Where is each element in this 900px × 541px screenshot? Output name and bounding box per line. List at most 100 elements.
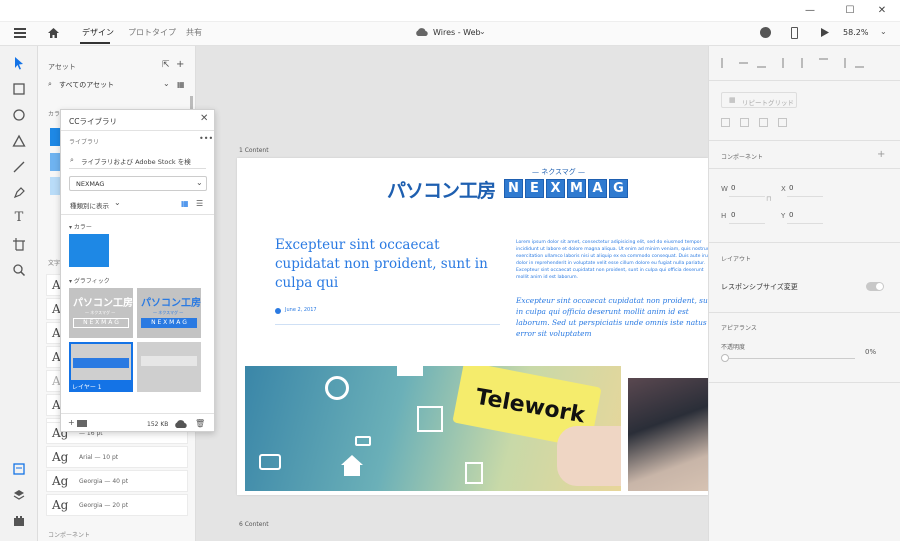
tab-design[interactable]: デザイン [82, 27, 114, 38]
assets-filter-dropdown[interactable]: すべてのアセット [59, 80, 114, 90]
responsive-resize-toggle[interactable] [866, 282, 884, 291]
chevron-down-icon[interactable]: ⌄ [479, 27, 486, 36]
view-by-dropdown[interactable]: 種類別に表示 [70, 200, 109, 210]
menu-icon[interactable] [14, 28, 26, 38]
add-icon[interactable]: + [176, 59, 184, 70]
telework-banner-image: Telework [245, 366, 621, 491]
account-icon[interactable] [760, 27, 771, 38]
graphic-thumbnail[interactable]: パソコン工房 — ネクスマグ — N E X M A G [69, 288, 133, 338]
assets-panel-icon[interactable] [12, 462, 26, 476]
tab-share[interactable]: 共有 [186, 27, 202, 38]
close-icon[interactable]: ✕ [200, 113, 208, 124]
repeat-grid-button[interactable]: ▦ リピートグリッド [721, 92, 797, 108]
graphic-preview [73, 358, 129, 368]
cloud-sync-icon[interactable] [174, 420, 188, 429]
align-middle-icon[interactable] [739, 62, 748, 72]
delete-icon[interactable]: 🗑 [195, 419, 205, 428]
library-select[interactable]: NEXMAG ⌄ [69, 176, 207, 191]
opacity-slider-handle[interactable] [721, 354, 729, 362]
graphic-thumbnail-selected[interactable]: レイヤー 1 [69, 342, 133, 392]
more-options-icon[interactable]: ••• [199, 134, 213, 143]
divider [69, 168, 206, 169]
component-label: コンポーネント [721, 154, 764, 161]
align-center-icon[interactable] [819, 58, 828, 68]
align-top-icon[interactable] [721, 58, 730, 68]
artboard-tool-icon[interactable] [12, 237, 26, 251]
tools-bar: T [0, 46, 38, 541]
play-icon[interactable] [820, 27, 830, 38]
grid-view-icon[interactable]: ▦ [181, 199, 189, 208]
rectangle-tool-icon[interactable] [12, 82, 26, 96]
home-icon [339, 452, 365, 478]
folder-icon[interactable] [77, 420, 87, 427]
search-input[interactable]: ライブラリおよび Adobe Stock を検 [81, 156, 207, 166]
opacity-slider-track[interactable] [729, 358, 855, 359]
x-field[interactable]: 0 [789, 184, 793, 192]
graphic-thumbnail[interactable] [137, 342, 201, 392]
subtract-icon[interactable] [740, 118, 749, 127]
tab-prototype[interactable]: プロトタイプ [128, 27, 176, 38]
ellipse-tool-icon[interactable] [12, 108, 26, 122]
graphic-thumbnail[interactable]: パソコン工房 — ネクスマグ — N E X M A G [137, 288, 201, 338]
layers-icon[interactable] [12, 488, 26, 502]
align-right-icon[interactable] [837, 58, 846, 68]
intersect-icon[interactable] [759, 118, 768, 127]
export-icon[interactable]: ⇱ [162, 60, 170, 70]
title-bar: — ☐ ✕ [0, 0, 900, 22]
y-field[interactable]: 0 [789, 211, 793, 219]
distribute-icon[interactable] [775, 58, 784, 68]
select-tool-icon[interactable] [12, 56, 26, 70]
close-button[interactable]: ✕ [872, 3, 892, 19]
chevron-down-icon[interactable]: ⌄ [114, 198, 121, 207]
appearance-label: アピアランス [721, 325, 757, 332]
align-left-icon[interactable] [801, 58, 810, 68]
maximize-button[interactable]: ☐ [840, 3, 860, 19]
responsive-resize-label: レスポンシブサイズ変更 [721, 283, 798, 291]
artboard-label[interactable]: 1 Content [239, 147, 269, 154]
x-label: X [781, 185, 786, 193]
width-field[interactable]: 0 [731, 184, 735, 192]
polygon-tool-icon[interactable] [12, 134, 26, 148]
divider [709, 312, 900, 313]
zoom-chevron-icon[interactable]: ⌄ [880, 27, 887, 36]
graphic-preview [141, 356, 197, 366]
colors-section-header[interactable]: ▾ カラー [69, 222, 92, 231]
divider [61, 130, 214, 131]
color-swatch[interactable] [50, 128, 60, 146]
document-title[interactable]: Wires - Web [433, 28, 481, 37]
union-icon[interactable] [721, 118, 730, 127]
color-swatch[interactable] [50, 177, 60, 195]
text-tool-icon[interactable]: T [12, 211, 26, 225]
add-component-icon[interactable]: + [877, 149, 885, 160]
align-bottom-icon[interactable] [757, 58, 766, 68]
opacity-value[interactable]: 0% [865, 348, 876, 356]
home-icon[interactable] [47, 27, 60, 39]
character-style-row[interactable]: Ag Georgia — 40 pt [46, 470, 188, 492]
grid-view-icon[interactable]: ▦ [177, 80, 185, 89]
minimize-button[interactable]: — [800, 3, 820, 19]
plugins-icon[interactable] [12, 514, 26, 528]
character-style-row[interactable]: Ag Georgia — 20 pt [46, 494, 188, 516]
artboard[interactable]: パソコン工房 — ネクスマグ — N E X M A G Excepteur s… [237, 158, 708, 495]
artboard-label[interactable]: 6 Content [239, 521, 269, 528]
list-view-icon[interactable]: ☰ [196, 199, 203, 208]
distribute-horizontal-icon[interactable] [855, 58, 864, 68]
zoom-tool-icon[interactable] [12, 263, 26, 277]
line-tool-icon[interactable] [12, 160, 26, 174]
pen-tool-icon[interactable] [12, 186, 26, 200]
divider [709, 382, 900, 383]
boolean-toolbar [721, 118, 787, 127]
zoom-level[interactable]: 58.2% [843, 28, 868, 37]
character-style-row[interactable]: Ag Arial — 10 pt [46, 446, 188, 468]
add-element-icon[interactable]: + [68, 418, 75, 427]
graphics-section-header[interactable]: ▾ グラフィック [69, 276, 110, 285]
article-body: Lorem ipsum dolor sit amet, consectetur … [516, 240, 708, 280]
lock-icon[interactable]: ⊓ [766, 195, 771, 203]
library-color-swatch[interactable] [69, 234, 109, 267]
dropdown-chevron-icon[interactable]: ⌄ [163, 79, 170, 88]
device-preview-icon[interactable] [791, 27, 798, 39]
exclude-icon[interactable] [778, 118, 787, 127]
character-styles-label: 文字 [48, 260, 61, 267]
height-field[interactable]: 0 [731, 211, 735, 219]
color-swatch[interactable] [50, 153, 60, 171]
